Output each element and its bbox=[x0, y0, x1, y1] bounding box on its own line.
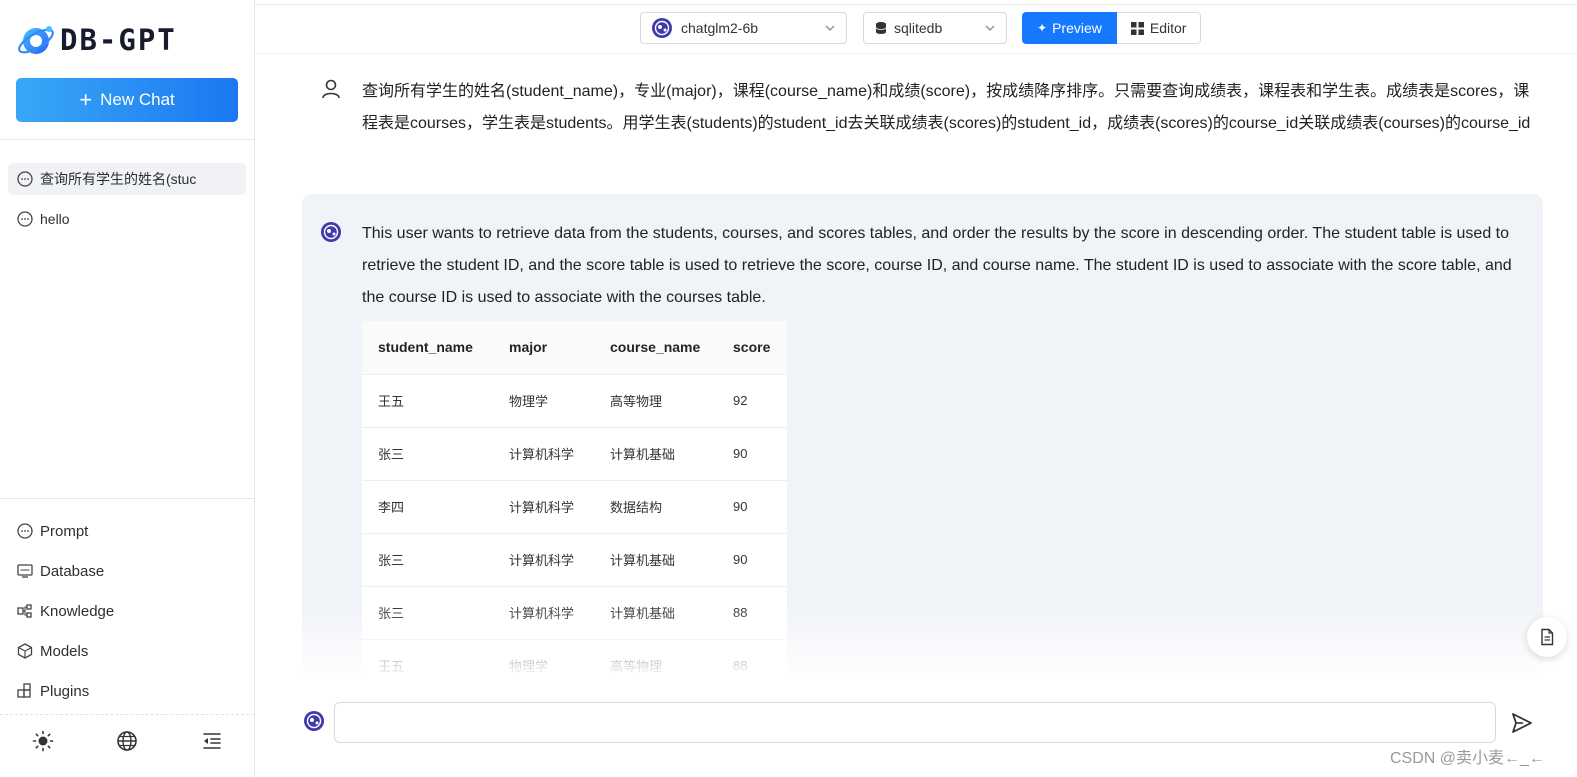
assistant-message-text: This user wants to retrieve data from th… bbox=[362, 225, 1512, 306]
chevron-down-icon bbox=[825, 25, 835, 31]
logo-text: DB-GPT bbox=[60, 23, 177, 57]
table-row: 张三 计算机科学 计算机基础 90 bbox=[362, 427, 787, 481]
table-cell: 数据结构 bbox=[594, 480, 717, 534]
column-header: score bbox=[717, 321, 787, 375]
nav-item-models[interactable]: Models bbox=[16, 639, 88, 663]
document-button[interactable] bbox=[1527, 617, 1567, 657]
table-cell: 物理学 bbox=[493, 374, 594, 428]
input-avatar-icon bbox=[304, 711, 324, 731]
table-cell: 计算机科学 bbox=[493, 586, 594, 640]
table-row: 张三 计算机科学 计算机基础 88 bbox=[362, 586, 787, 640]
sidebar: DB-GPT + New Chat 查询所有学生的姓名(stuc hello P… bbox=[0, 0, 255, 777]
database-select[interactable]: sqlitedb bbox=[863, 12, 1007, 44]
globe-icon[interactable] bbox=[114, 728, 140, 754]
chevron-down-icon bbox=[985, 25, 995, 31]
history-item-label: hello bbox=[40, 211, 70, 227]
database-select-value: sqlitedb bbox=[894, 20, 943, 36]
preview-tab[interactable]: ✦ Preview bbox=[1022, 12, 1117, 44]
nav-item-label: Database bbox=[40, 562, 105, 580]
editor-tab[interactable]: Editor bbox=[1116, 12, 1202, 44]
table-cell: 计算机科学 bbox=[493, 480, 594, 534]
plus-icon: + bbox=[79, 87, 93, 112]
sidebar-divider bbox=[0, 139, 254, 140]
assistant-message: This user wants to retrieve data from th… bbox=[302, 194, 1543, 684]
table-cell: 计算机科学 bbox=[493, 427, 594, 481]
nav-item-label: Models bbox=[40, 642, 89, 660]
table-cell: 90 bbox=[717, 533, 787, 587]
logo[interactable]: DB-GPT bbox=[16, 18, 177, 62]
watermark: CSDN @卖小麦←_← bbox=[1390, 750, 1545, 767]
result-table: student_name major course_name score 王五 … bbox=[362, 321, 787, 684]
history-item-active[interactable]: 查询所有学生的姓名(stuc bbox=[8, 163, 246, 195]
user-avatar-icon bbox=[322, 79, 340, 99]
database-stack-icon bbox=[875, 22, 887, 34]
plugins-icon bbox=[17, 683, 31, 698]
sidebar-dashed-divider bbox=[0, 714, 254, 715]
nav-item-label: Knowledge bbox=[40, 602, 115, 620]
preview-label: Preview bbox=[1052, 20, 1102, 36]
nav-item-label: Plugins bbox=[40, 682, 90, 700]
table-row: 王五 物理学 高等物理 92 bbox=[362, 374, 787, 428]
table-cell: 计算机基础 bbox=[594, 533, 717, 587]
chat-input[interactable] bbox=[334, 702, 1496, 743]
nav-item-prompt[interactable]: Prompt bbox=[16, 519, 88, 543]
table-cell: 张三 bbox=[362, 586, 493, 640]
history-item-label: 查询所有学生的姓名(stuc bbox=[40, 171, 197, 187]
new-chat-label: New Chat bbox=[100, 90, 175, 109]
table-cell: 高等物理 bbox=[594, 639, 717, 684]
app-root: DB-GPT + New Chat 查询所有学生的姓名(stuc hello P… bbox=[0, 0, 1577, 777]
column-header: student_name bbox=[362, 321, 493, 375]
chat-bubble-icon bbox=[17, 171, 33, 187]
collapse-menu-icon[interactable] bbox=[199, 728, 225, 754]
knowledge-icon bbox=[17, 604, 32, 618]
table-cell: 高等物理 bbox=[594, 374, 717, 428]
table-cell: 物理学 bbox=[493, 639, 594, 684]
document-icon bbox=[1541, 628, 1554, 646]
table-row: 王五 物理学 高等物理 88 bbox=[362, 639, 787, 684]
sparkle-icon: ✦ bbox=[1037, 21, 1048, 35]
new-chat-button[interactable]: + New Chat bbox=[16, 78, 238, 122]
table-row: 李四 计算机科学 数据结构 90 bbox=[362, 480, 787, 534]
table-cell: 92 bbox=[717, 374, 787, 428]
table-cell: 计算机科学 bbox=[493, 533, 594, 587]
column-header: major bbox=[493, 321, 594, 375]
send-icon[interactable] bbox=[1509, 710, 1535, 736]
table-cell: 张三 bbox=[362, 427, 493, 481]
table-cell: 90 bbox=[717, 480, 787, 534]
nav-item-knowledge[interactable]: Knowledge bbox=[16, 599, 114, 623]
chat-icon bbox=[17, 523, 33, 539]
logo-orb-icon bbox=[18, 26, 54, 54]
table-cell: 88 bbox=[717, 586, 787, 640]
table-cell: 90 bbox=[717, 427, 787, 481]
user-message-text: 查询所有学生的姓名(student_name)，专业(major)，课程(cou… bbox=[362, 83, 1531, 132]
table-cell: 88 bbox=[717, 639, 787, 684]
column-header: course_name bbox=[594, 321, 717, 375]
model-select-value: chatglm2-6b bbox=[681, 20, 759, 36]
nav-item-label: Prompt bbox=[40, 522, 89, 540]
view-mode-toggle: ✦ Preview Editor bbox=[1022, 12, 1202, 44]
history-item[interactable]: hello bbox=[8, 203, 246, 235]
topbar-border bbox=[255, 4, 1577, 5]
topbar-divider bbox=[255, 53, 1577, 54]
nav-item-database[interactable]: Database bbox=[16, 559, 104, 583]
model-select[interactable]: chatglm2-6b bbox=[640, 12, 847, 44]
table-row: 张三 计算机科学 计算机基础 90 bbox=[362, 533, 787, 587]
table-cell: 张三 bbox=[362, 533, 493, 587]
table-cell: 计算机基础 bbox=[594, 427, 717, 481]
nav-item-plugins[interactable]: Plugins bbox=[16, 679, 89, 703]
sun-icon[interactable] bbox=[30, 728, 56, 754]
table-cell: 计算机基础 bbox=[594, 586, 717, 640]
table-cell: 李四 bbox=[362, 480, 493, 534]
table-cell: 王五 bbox=[362, 639, 493, 684]
grid-icon bbox=[1130, 21, 1144, 35]
database-icon bbox=[17, 564, 33, 578]
table-header-row: student_name major course_name score bbox=[362, 321, 787, 375]
chat-bubble-icon bbox=[17, 211, 33, 227]
assistant-avatar-icon bbox=[321, 222, 341, 242]
model-avatar-icon bbox=[652, 18, 672, 38]
sidebar-divider bbox=[0, 498, 254, 499]
table-cell: 王五 bbox=[362, 374, 493, 428]
editor-label: Editor bbox=[1149, 20, 1187, 36]
cube-icon bbox=[17, 643, 33, 659]
